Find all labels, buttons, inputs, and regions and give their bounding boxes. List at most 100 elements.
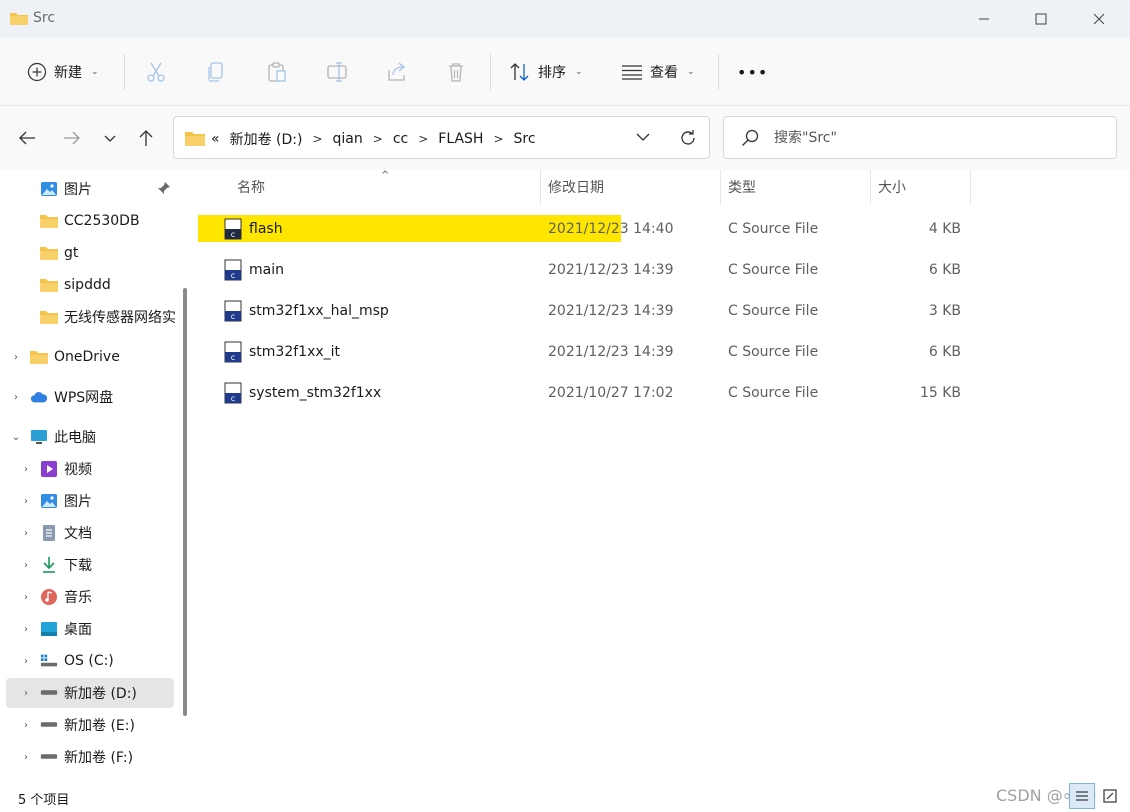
sidebar-item-label: 音乐 (64, 590, 92, 606)
more-options-button[interactable]: ••• (737, 38, 768, 106)
maximize-button[interactable] (1012, 0, 1070, 38)
arrow-right-icon (64, 131, 80, 145)
sidebar-item-downloads[interactable]: › 下载 (20, 550, 196, 580)
chevron-right-icon[interactable]: › (10, 352, 22, 363)
search-box[interactable] (723, 116, 1117, 159)
chevron-right-icon[interactable]: › (20, 624, 32, 635)
view-label: 查看 (650, 65, 678, 81)
column-divider[interactable] (870, 170, 871, 204)
sidebar-item-label: 新加卷 (D:) (64, 686, 137, 702)
sidebar-item-documents[interactable]: › 文档 (20, 518, 196, 548)
sidebar-item-wps[interactable]: › WPS网盘 (10, 382, 186, 412)
cut-button[interactable] (146, 38, 166, 106)
breadcrumb-item-drive[interactable]: 新加卷 (D:) (230, 129, 303, 149)
rename-button[interactable] (326, 38, 348, 106)
folder-icon (40, 244, 58, 262)
breadcrumb-item-src[interactable]: Src (514, 131, 536, 147)
music-icon (40, 588, 58, 606)
sidebar-item-sipddd[interactable]: sipddd (40, 270, 216, 300)
chevron-right-icon[interactable]: › (20, 688, 32, 699)
search-input[interactable] (774, 128, 1094, 148)
plus-circle-icon (27, 62, 47, 82)
c-source-file-icon: c (224, 218, 242, 240)
download-icon (40, 556, 58, 574)
drive-icon (40, 684, 58, 702)
sidebar-item-videos[interactable]: › 视频 (20, 454, 196, 484)
chevron-right-icon[interactable]: › (20, 464, 32, 475)
chevron-right-icon[interactable]: › (20, 720, 32, 731)
chevron-right-icon[interactable]: › (20, 560, 32, 571)
recent-locations-button[interactable] (97, 126, 123, 150)
sidebar-item-this-pc[interactable]: ⌄ 此电脑 (10, 422, 186, 452)
sidebar-item-cc2530db[interactable]: CC2530DB (40, 206, 216, 236)
refresh-icon[interactable] (678, 128, 698, 148)
paste-button[interactable] (266, 38, 288, 106)
column-header-modified[interactable]: 修改日期 (548, 170, 718, 204)
chevron-right-icon[interactable]: › (10, 392, 22, 403)
chevron-down-icon[interactable] (636, 130, 650, 144)
chevron-right-icon[interactable]: › (20, 592, 32, 603)
file-row[interactable]: c system_stm32f1xx 2021/10/27 17:02 C So… (196, 379, 1130, 409)
close-button[interactable] (1070, 0, 1128, 38)
chevron-right-icon[interactable]: › (20, 496, 32, 507)
sidebar-item-drive-d[interactable]: › 新加卷 (D:) (6, 678, 174, 708)
folder-icon (10, 13, 28, 25)
sidebar-item-desktop[interactable]: › 桌面 (20, 614, 196, 644)
chevron-right-icon[interactable]: › (20, 656, 32, 667)
column-divider[interactable] (540, 170, 541, 204)
sidebar-item-music[interactable]: › 音乐 (20, 582, 196, 612)
breadcrumb-item-flash[interactable]: FLASH (438, 131, 483, 147)
sidebar-item-label: gt (64, 245, 79, 261)
address-bar[interactable]: « 新加卷 (D:) > qian > cc > FLASH > Src (173, 116, 710, 159)
desktop-icon (40, 620, 58, 638)
file-row[interactable]: c main 2021/12/23 14:39 C Source File 6 … (196, 256, 1130, 286)
file-row[interactable]: c stm32f1xx_hal_msp 2021/12/23 14:39 C S… (196, 297, 1130, 327)
minimize-button[interactable] (955, 0, 1013, 38)
sidebar-item-label: 下载 (64, 558, 92, 574)
tiles-view-button[interactable] (1097, 783, 1123, 809)
file-row[interactable]: c flash 2021/12/23 14:40 C Source File 4… (196, 215, 1130, 245)
sidebar-item-drive-f[interactable]: › 新加卷 (F:) (20, 742, 196, 772)
toolbar-divider (124, 54, 125, 90)
breadcrumb-item-qian[interactable]: qian (333, 131, 363, 147)
chevron-down-icon[interactable]: ⌄ (10, 432, 22, 443)
details-view-button[interactable] (1069, 783, 1095, 809)
forward-button[interactable] (59, 126, 85, 150)
sidebar-item-label: 图片 (64, 182, 92, 198)
breadcrumb-item-cc[interactable]: cc (393, 131, 408, 147)
file-size: 3 KB (928, 303, 961, 319)
share-button[interactable] (386, 38, 408, 106)
sidebar-item-label: 新加卷 (F:) (64, 750, 134, 766)
os-drive-icon (40, 652, 58, 670)
column-header-size[interactable]: 大小 (878, 170, 968, 204)
breadcrumb-overflow[interactable]: « (211, 131, 220, 147)
sidebar-item-label: sipddd (64, 277, 111, 293)
file-row[interactable]: c stm32f1xx_it 2021/12/23 14:39 C Source… (196, 338, 1130, 368)
column-divider[interactable] (720, 170, 721, 204)
sort-button[interactable]: 排序 ⌄ (509, 38, 583, 106)
up-button[interactable] (133, 126, 159, 150)
chevron-right-icon: > (312, 132, 323, 146)
column-header-type[interactable]: 类型 (728, 170, 868, 204)
command-bar: 新建 ⌄ 排序 ⌄ 查看 ⌄ ••• (0, 38, 1130, 106)
chevron-right-icon[interactable]: › (20, 528, 32, 539)
back-button[interactable] (14, 126, 40, 150)
sidebar-item-pictures-quick[interactable]: 图片 (40, 174, 160, 204)
new-button[interactable]: 新建 ⌄ (27, 38, 99, 106)
sidebar-item-drive-e[interactable]: › 新加卷 (E:) (20, 710, 196, 740)
file-name: stm32f1xx_it (249, 344, 341, 360)
file-modified: 2021/12/23 14:39 (548, 303, 674, 319)
sidebar-item-gt[interactable]: gt (40, 238, 216, 268)
chevron-right-icon[interactable]: › (20, 752, 32, 763)
delete-button[interactable] (446, 38, 466, 106)
column-divider[interactable] (970, 170, 971, 204)
sidebar-item-drive-c[interactable]: › OS (C:) (20, 646, 196, 676)
sidebar-item-pictures[interactable]: › 图片 (20, 486, 196, 516)
sidebar-item-label: OneDrive (54, 349, 120, 365)
sidebar-item-wsn-lab[interactable]: 无线传感器网络实验 (40, 302, 176, 332)
column-header-name[interactable]: 名称 (237, 170, 537, 204)
sidebar-item-label: 此电脑 (54, 430, 96, 446)
sidebar-item-onedrive[interactable]: › OneDrive (10, 342, 186, 372)
copy-button[interactable] (206, 38, 226, 106)
view-button[interactable]: 查看 ⌄ (621, 38, 695, 106)
